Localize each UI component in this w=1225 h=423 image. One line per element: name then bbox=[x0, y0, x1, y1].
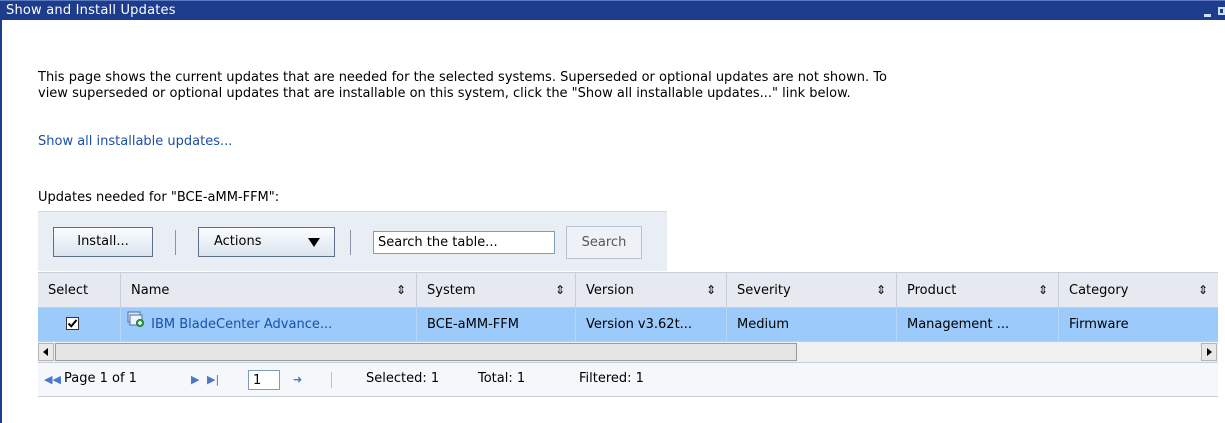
sort-icon[interactable]: ⇕ bbox=[706, 273, 716, 308]
sort-icon[interactable]: ⇕ bbox=[555, 273, 565, 308]
window-title: Show and Install Updates bbox=[6, 3, 176, 18]
table-header: Select Name ⇕ System ⇕ Version ⇕ Severit… bbox=[38, 272, 1218, 308]
row-checkbox[interactable] bbox=[66, 317, 79, 330]
select-cell bbox=[38, 308, 121, 341]
column-header-severity[interactable]: Severity ⇕ bbox=[727, 273, 897, 308]
severity-cell: Medium bbox=[727, 308, 897, 341]
column-header-category[interactable]: Category ⇕ bbox=[1059, 273, 1218, 308]
system-cell: BCE-aMM-FFM bbox=[417, 308, 576, 341]
toolbar-separator bbox=[175, 230, 176, 255]
column-header-system[interactable]: System ⇕ bbox=[417, 273, 576, 308]
column-label: Category bbox=[1069, 283, 1129, 298]
actions-dropdown[interactable]: Actions bbox=[198, 227, 335, 257]
sort-icon[interactable]: ⇕ bbox=[876, 273, 886, 308]
window-titlebar: Show and Install Updates bbox=[0, 0, 1225, 20]
description-line-2: view superseded or optional updates that… bbox=[38, 86, 851, 101]
maximize-icon[interactable] bbox=[1218, 7, 1225, 15]
checkmark-icon bbox=[67, 319, 78, 328]
search-button[interactable]: Search bbox=[566, 226, 642, 259]
install-button[interactable]: Install... bbox=[53, 227, 153, 257]
scroll-left-icon[interactable] bbox=[38, 343, 54, 361]
minimize-icon[interactable] bbox=[1203, 9, 1211, 17]
show-all-updates-link[interactable]: Show all installable updates... bbox=[38, 134, 232, 149]
table-toolbar: Install... Actions Search bbox=[38, 211, 667, 271]
description-line-1: This page shows the current updates that… bbox=[38, 70, 887, 85]
filtered-count: Filtered: 1 bbox=[579, 371, 644, 386]
column-label: Select bbox=[48, 283, 89, 298]
column-header-version[interactable]: Version ⇕ bbox=[576, 273, 727, 308]
column-label: System bbox=[427, 283, 476, 298]
scroll-right-icon[interactable] bbox=[1201, 343, 1217, 361]
page-description: This page shows the current updates that… bbox=[38, 70, 1218, 102]
window-controls bbox=[1201, 4, 1225, 19]
column-header-select[interactable]: Select bbox=[38, 273, 121, 308]
scrollbar-thumb[interactable] bbox=[55, 343, 797, 361]
horizontal-scrollbar[interactable] bbox=[38, 341, 1218, 362]
column-label: Version bbox=[586, 283, 634, 298]
column-header-product[interactable]: Product ⇕ bbox=[897, 273, 1059, 308]
go-arrow-icon[interactable]: ➜ bbox=[293, 373, 302, 386]
column-header-name[interactable]: Name ⇕ bbox=[121, 273, 417, 308]
window-frame-left bbox=[0, 20, 2, 423]
pager-separator bbox=[331, 372, 332, 388]
name-cell: IBM BladeCenter Advance... bbox=[121, 308, 417, 341]
chevron-down-icon bbox=[308, 238, 320, 247]
last-page-icon[interactable]: ▶| bbox=[207, 373, 219, 386]
page-label: Page 1 of 1 bbox=[64, 371, 137, 386]
actions-label: Actions bbox=[214, 234, 262, 249]
category-cell: Firmware bbox=[1069, 317, 1129, 332]
next-page-icon[interactable]: ▶ bbox=[191, 373, 199, 386]
table-pager: ◀◀ Page 1 of 1 ▶ ▶| ➜ Selected: 1 Total:… bbox=[38, 362, 1218, 397]
column-label: Product bbox=[907, 283, 957, 298]
sort-icon[interactable]: ⇕ bbox=[396, 273, 406, 308]
product-cell: Management ... bbox=[897, 308, 1059, 341]
updates-heading: Updates needed for "BCE-aMM-FFM": bbox=[38, 190, 280, 205]
total-count: Total: 1 bbox=[478, 371, 526, 386]
update-name-link[interactable]: IBM BladeCenter Advance... bbox=[151, 317, 332, 332]
toolbar-separator bbox=[350, 230, 351, 255]
column-label: Name bbox=[131, 283, 170, 298]
first-page-icon[interactable]: ◀◀ bbox=[44, 373, 61, 386]
update-package-icon bbox=[127, 308, 145, 340]
search-input[interactable] bbox=[373, 231, 555, 254]
sort-icon[interactable]: ⇕ bbox=[1198, 273, 1208, 308]
version-cell: Version v3.62t... bbox=[576, 308, 727, 341]
page-number-input[interactable] bbox=[248, 370, 280, 390]
sort-icon[interactable]: ⇕ bbox=[1038, 273, 1048, 308]
column-label: Severity bbox=[737, 283, 791, 298]
table-row[interactable]: IBM BladeCenter Advance... BCE-aMM-FFM V… bbox=[38, 308, 1218, 341]
selected-count: Selected: 1 bbox=[366, 371, 440, 386]
